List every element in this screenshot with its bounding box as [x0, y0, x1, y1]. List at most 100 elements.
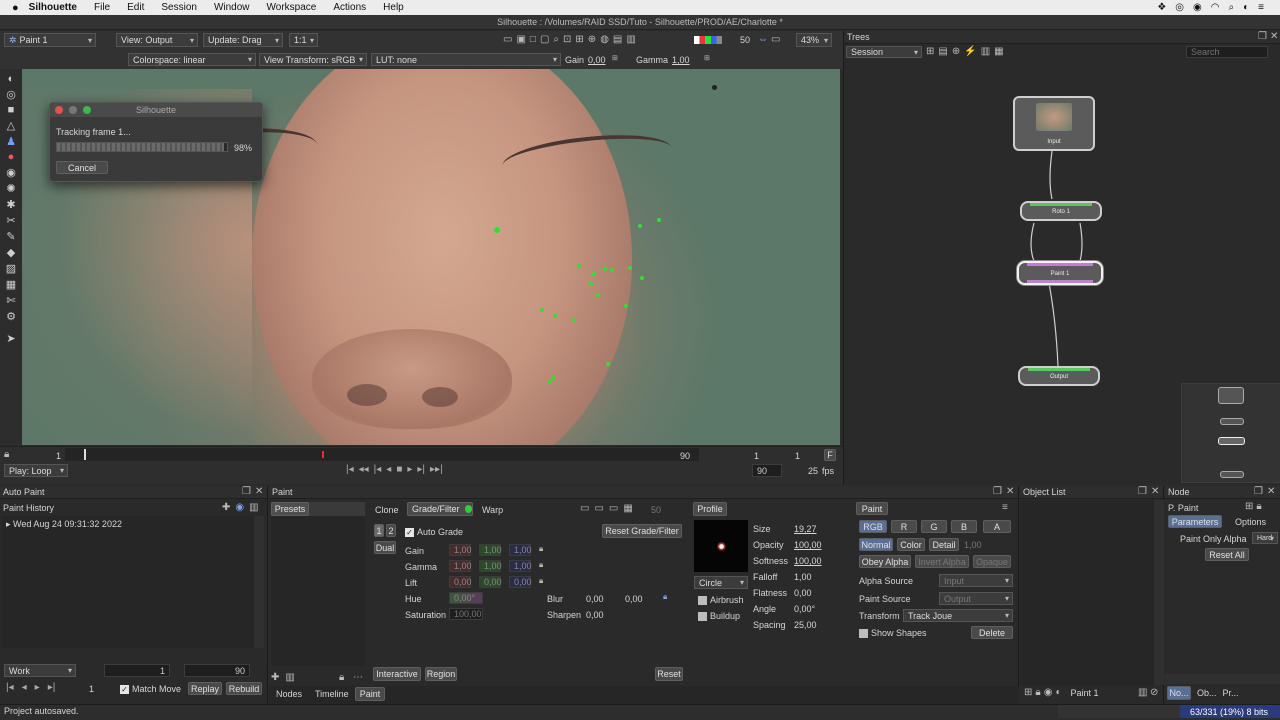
paint-subtab[interactable]: Paint: [856, 502, 888, 515]
colorspace-select[interactable]: Colorspace: linear: [128, 53, 256, 66]
history-trash-icon[interactable]: ▥: [249, 502, 258, 513]
frame-flag-button[interactable]: F: [824, 449, 836, 461]
region-icon[interactable]: ▢: [540, 34, 549, 45]
paint-brush-icon[interactable]: ♟: [6, 135, 16, 148]
seg-1-button[interactable]: 1: [374, 524, 384, 537]
pointer-icon[interactable]: ➤: [6, 332, 15, 345]
menu-extra-icon[interactable]: ≡: [1258, 2, 1264, 13]
blob-tool-icon[interactable]: ◎: [6, 88, 16, 101]
stereo-icon[interactable]: ◍: [600, 34, 609, 45]
drop-tool-icon[interactable]: ◉: [6, 166, 16, 179]
paint-more-icon[interactable]: ⋯: [353, 672, 363, 683]
grid-icon[interactable]: ⊕: [588, 34, 596, 45]
gamma-field[interactable]: 1,00: [672, 55, 690, 65]
tab-grade-filter[interactable]: Grade/Filter: [407, 502, 473, 516]
mode-detail[interactable]: Detail: [929, 538, 959, 551]
node-output[interactable]: Output: [1018, 366, 1100, 386]
gamma-b-field[interactable]: 1,00: [509, 560, 532, 572]
ap-end-icon[interactable]: ▸|: [48, 682, 56, 693]
light-tool-icon[interactable]: ✺: [6, 182, 15, 195]
node-footer-tab-3[interactable]: Pr...: [1223, 686, 1239, 700]
paint-close-icon[interactable]: ✕: [1006, 486, 1014, 497]
wrench-icon[interactable]: ✄: [6, 294, 15, 307]
objlist-lock-icon[interactable]: 🔒︎: [1035, 687, 1040, 698]
spacing-field[interactable]: 25,00: [794, 620, 817, 630]
paint-add-icon[interactable]: ✚: [271, 672, 279, 683]
reset-all-button[interactable]: Reset All: [1205, 548, 1249, 561]
mode-normal[interactable]: Normal: [859, 538, 893, 551]
seg-2-button[interactable]: 2: [386, 524, 396, 537]
saturation-field[interactable]: 100,00: [449, 608, 483, 620]
gamma-lock-icon[interactable]: 🔒︎: [539, 560, 543, 570]
menu-edit[interactable]: Edit: [127, 2, 144, 13]
dashboard-icon[interactable]: ◉: [1193, 2, 1202, 13]
gamma-g-field[interactable]: 1,00: [479, 560, 502, 572]
tab-paint[interactable]: Paint: [355, 687, 385, 701]
view-select[interactable]: View: Output: [116, 33, 198, 47]
proxy-icon[interactable]: ▤: [613, 34, 622, 45]
opacity-field[interactable]: 100,00: [794, 540, 822, 550]
rebuild-button[interactable]: Rebuild: [226, 682, 262, 695]
blur-x-field[interactable]: 0,00: [586, 594, 604, 604]
tab-clone[interactable]: Clone: [375, 505, 399, 515]
gain-lock-icon[interactable]: 🔒︎: [539, 544, 543, 554]
lock-timeline-icon[interactable]: 🔒︎: [4, 449, 9, 460]
menu-workspace[interactable]: Workspace: [267, 2, 317, 13]
lift-r-field[interactable]: 0,00: [449, 576, 472, 588]
transform-select[interactable]: Track Joue: [903, 609, 1013, 622]
gamma-stepper-icon[interactable]: ⊞: [704, 54, 710, 62]
replay-button[interactable]: Replay: [188, 682, 222, 695]
siri-icon[interactable]: ◐: [1243, 2, 1249, 13]
menu-window[interactable]: Window: [214, 2, 250, 13]
smudge-tool-icon[interactable]: ✎: [6, 230, 15, 243]
flatness-field[interactable]: 0,00: [794, 588, 812, 598]
history-scrollbar[interactable]: [254, 516, 264, 648]
objlist-scrollbar[interactable]: [1154, 500, 1164, 685]
gain-b-field[interactable]: 1,00: [509, 544, 532, 556]
safe-area-icon[interactable]: ⊞: [575, 34, 583, 45]
triangle-tool-icon[interactable]: △: [7, 119, 15, 132]
roi-icon[interactable]: □: [530, 34, 536, 45]
reset-button[interactable]: Reset: [655, 667, 683, 681]
menu-help[interactable]: Help: [383, 2, 404, 13]
node-tab-options[interactable]: Options: [1235, 517, 1266, 527]
camera-icon[interactable]: ▣: [516, 34, 525, 45]
airbrush-checkbox[interactable]: Airbrush: [698, 595, 744, 605]
work-select[interactable]: Work: [4, 664, 76, 677]
play-mode-select[interactable]: Play: Loop: [4, 464, 68, 477]
channel-rgb[interactable]: RGB: [859, 520, 887, 533]
lock-view-icon[interactable]: ⇔: [758, 34, 768, 45]
step-back-key-icon[interactable]: ◂◂: [359, 464, 369, 475]
stamp-tool-icon[interactable]: ✱: [6, 198, 15, 211]
ap-forward-icon[interactable]: ▸: [35, 682, 40, 693]
fit-icon[interactable]: ⊡: [563, 34, 571, 45]
go-end-icon[interactable]: ▸▸|: [430, 464, 443, 475]
rect-tool-icon[interactable]: ■: [8, 104, 15, 116]
range-start-field[interactable]: 1: [104, 664, 170, 677]
go-start-icon[interactable]: |◂: [346, 464, 354, 475]
blur-lock-icon[interactable]: 🔒︎: [663, 592, 667, 602]
zoom-select[interactable]: 43%: [796, 33, 832, 47]
spotlight-icon[interactable]: ⌕: [1229, 2, 1235, 13]
mode-value[interactable]: 1,00: [964, 540, 982, 550]
paint-lock-icon[interactable]: 🔒︎: [339, 672, 344, 683]
softness-field[interactable]: 100,00: [794, 556, 822, 566]
play-back-icon[interactable]: ◂: [386, 464, 391, 475]
menu-actions[interactable]: Actions: [333, 2, 366, 13]
wifi-icon[interactable]: ◠: [1211, 2, 1220, 13]
lift-b-field[interactable]: 0,00: [509, 576, 532, 588]
show-shapes-checkbox[interactable]: Show Shapes: [859, 628, 927, 638]
brush-icon-2[interactable]: ▭: [594, 503, 603, 514]
view-transform-select[interactable]: View Transform: sRGB: [259, 53, 367, 66]
menu-app[interactable]: Silhouette: [29, 2, 77, 13]
node-float-icon[interactable]: ❐: [1254, 486, 1263, 497]
node-footer-tab-1[interactable]: No...: [1167, 686, 1191, 700]
ap-start-icon[interactable]: |◂: [6, 682, 14, 693]
dual-button[interactable]: Dual: [374, 541, 396, 554]
scissors-icon[interactable]: ✂: [6, 214, 15, 227]
subpanel-menu-icon[interactable]: ≡: [1002, 502, 1008, 513]
delete-button[interactable]: Delete: [971, 626, 1013, 639]
paint-source-select[interactable]: Output: [939, 592, 1013, 605]
history-item[interactable]: ▸ Wed Aug 24 09:31:32 2022: [2, 516, 254, 533]
objlist-add-icon[interactable]: ⊞: [1024, 687, 1032, 698]
